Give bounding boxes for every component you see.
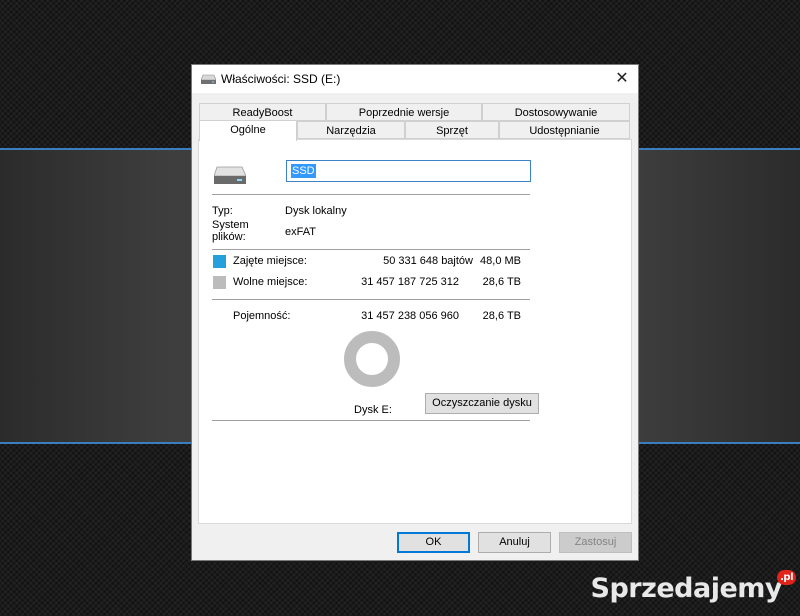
title-bar: Właściwości: SSD (E:) ✕ <box>192 65 638 93</box>
separator <box>212 249 530 250</box>
watermark-suffix: .pl <box>777 570 796 585</box>
close-button[interactable]: ✕ <box>606 65 638 93</box>
used-space-label: Zajęte miejsce: <box>233 255 307 267</box>
type-label: Typ: <box>212 205 233 217</box>
separator <box>212 299 530 300</box>
free-space-size: 28,6 TB <box>482 276 521 288</box>
filesystem-label: System <box>212 219 249 231</box>
capacity-label: Pojemność: <box>233 310 291 322</box>
capacity-bytes: 31 457 238 056 960 <box>361 310 459 322</box>
tab-previous-versions[interactable]: Poprzednie wersje <box>326 103 482 121</box>
disk-label: Dysk E: <box>354 404 392 416</box>
filesystem-label-2: plików: <box>212 231 246 243</box>
free-space-swatch <box>213 276 226 289</box>
watermark-logo: Sprzedajemy .pl <box>591 570 796 604</box>
tab-general[interactable]: Ogólne <box>199 120 297 141</box>
window-title: Właściwości: SSD (E:) <box>221 72 341 86</box>
tab-sharing[interactable]: Udostępnianie <box>499 121 630 139</box>
drive-name-value: SSD <box>291 164 316 178</box>
used-space-size: 48,0 MB <box>480 255 521 267</box>
used-space-swatch <box>213 255 226 268</box>
tab-tools[interactable]: Narzędzia <box>297 121 405 139</box>
cancel-button[interactable]: Anuluj <box>478 532 551 553</box>
properties-dialog: Właściwości: SSD (E:) ✕ ReadyBoost Poprz… <box>191 64 639 561</box>
close-icon: ✕ <box>615 70 629 87</box>
tab-hardware[interactable]: Sprzęt <box>405 121 499 139</box>
free-space-bytes: 31 457 187 725 312 <box>361 276 459 288</box>
general-tab-panel: SSD Typ: Dysk lokalny System plików: exF… <box>198 139 632 524</box>
free-space-label: Wolne miejsce: <box>233 276 308 288</box>
drive-name-input[interactable]: SSD <box>286 160 531 182</box>
capacity-size: 28,6 TB <box>482 310 521 322</box>
tab-readyboost[interactable]: ReadyBoost <box>199 103 326 121</box>
filesystem-value: exFAT <box>285 226 316 238</box>
drive-icon <box>201 74 216 84</box>
drive-icon <box>214 166 246 184</box>
usage-donut-chart <box>344 331 400 387</box>
disk-cleanup-button[interactable]: Oczyszczanie dysku <box>425 393 539 414</box>
used-space-bytes: 50 331 648 bajtów <box>383 255 473 267</box>
apply-button: Zastosuj <box>559 532 632 553</box>
separator <box>212 420 530 421</box>
tab-customize[interactable]: Dostosowywanie <box>482 103 630 121</box>
type-value: Dysk lokalny <box>285 205 347 217</box>
free-space-ring <box>344 331 400 387</box>
separator <box>212 194 530 195</box>
ok-button[interactable]: OK <box>397 532 470 553</box>
